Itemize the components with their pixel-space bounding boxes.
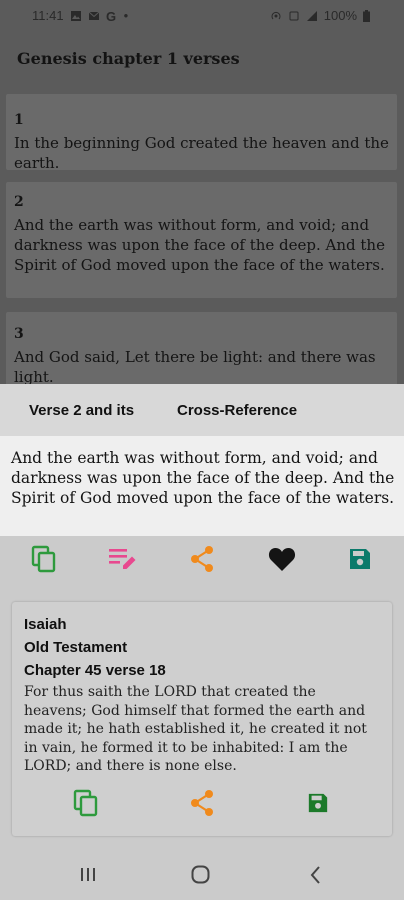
share-icon [191,546,213,572]
verse-number: 1 [14,112,24,128]
verse-text: In the beginning God created the heaven … [14,134,389,172]
status-left: 11:41 G • [32,8,128,23]
copy-icon [31,545,56,573]
svg-text:G: G [106,10,116,22]
verse-card[interactable]: 2 And the earth was without form, and vo… [6,182,397,298]
reference-testament: Old Testament [24,639,128,656]
verse-text: And God said, Let there be light: and th… [14,348,376,384]
page-title: Genesis chapter 1 verses [17,49,240,68]
copy-icon [73,789,98,817]
verse-text: And the earth was without form, and void… [14,216,385,274]
favorite-button[interactable] [267,544,297,574]
battery-percent: 100% [323,8,357,23]
add-note-button[interactable] [107,544,137,574]
photo-notification-icon [70,10,81,21]
system-nav-bar [0,850,404,900]
home-button[interactable] [190,864,212,891]
nfc-icon [289,11,299,20]
heart-icon [268,548,296,571]
google-notification-icon: G [106,10,116,22]
reference-book: Isaiah [24,616,67,633]
status-right: 100% [270,8,370,23]
tab-bar: Verse 2 and its Cross-Reference [0,384,404,436]
share-button[interactable] [187,544,217,574]
verse-number: 3 [14,326,24,342]
tab-verse[interactable]: Verse 2 and its [29,402,134,419]
save-icon [308,793,328,813]
verse-card[interactable]: 3 And God said, Let there be light: and … [6,312,397,384]
back-icon [310,866,320,884]
reference-location: Chapter 45 verse 18 [24,662,166,679]
back-button[interactable] [306,864,326,891]
recent-apps-button[interactable] [78,864,98,889]
reference-save-button[interactable] [303,788,333,818]
battery-icon [363,9,370,22]
app-header: Genesis chapter 1 verses [0,32,404,86]
mail-notification-icon [88,11,99,20]
status-bar: 11:41 G • 100% [0,0,404,32]
more-notifications-dot: • [123,8,129,23]
reference-text: For thus saith the LORD that created the… [24,684,367,774]
status-time: 11:41 [32,8,64,23]
home-icon [191,865,210,884]
copy-button[interactable] [29,544,59,574]
verse-number: 2 [14,194,24,210]
recent-apps-icon [81,868,95,881]
save-button[interactable] [345,544,375,574]
cross-reference-card: Isaiah Old Testament Chapter 45 verse 18… [12,602,392,836]
verse-actions [0,544,404,582]
selected-verse-text: And the earth was without form, and void… [11,449,395,507]
reference-copy-button[interactable] [71,788,101,818]
save-icon [350,549,370,569]
reference-share-button[interactable] [187,788,217,818]
verse-card[interactable]: 1 In the beginning God created the heave… [6,94,397,172]
signal-icon [306,10,317,21]
verse-bottom-sheet: Verse 2 and its Cross-Reference And the … [0,384,404,850]
tab-cross-reference[interactable]: Cross-Reference [177,402,297,419]
edit-note-icon [109,549,136,569]
verse-list: 1 In the beginning God created the heave… [0,86,404,384]
share-icon [191,790,213,816]
selected-verse-panel: And the earth was without form, and void… [0,436,404,536]
hotspot-icon [271,11,281,19]
